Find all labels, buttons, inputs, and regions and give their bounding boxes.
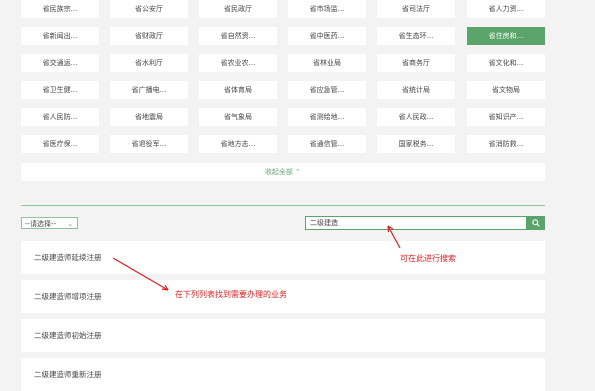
- search-hint-annotation: 可在此进行搜索: [400, 254, 456, 263]
- annotation-arrows: [112, 225, 401, 291]
- list-hint-annotation: 在下列列表找到需要办理的业务: [175, 290, 287, 299]
- arrow-to-list: [112, 257, 169, 291]
- arrow-to-search: [387, 225, 401, 249]
